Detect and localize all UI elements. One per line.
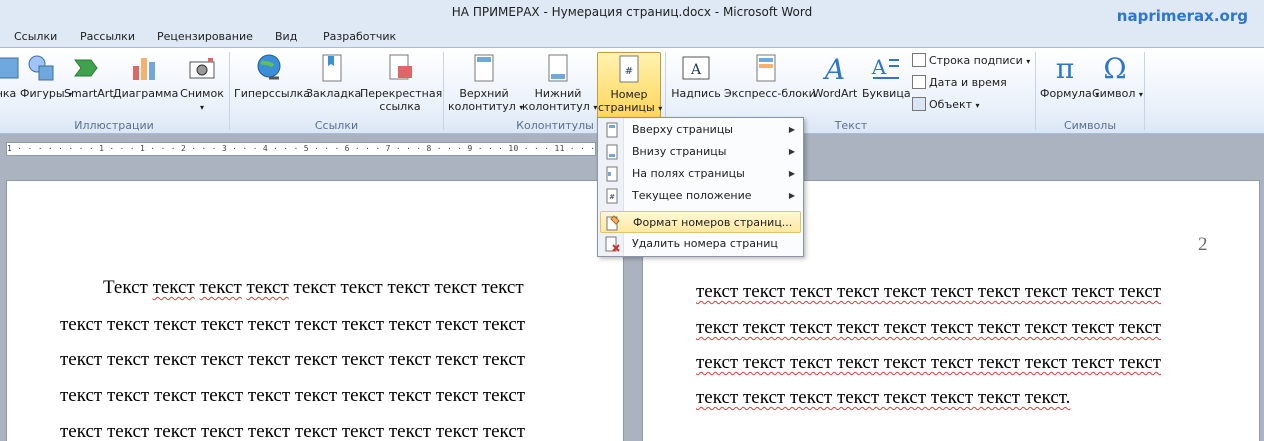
ruler-ticks: 1 · · · · · · · · 1 · · · 1 · · · 2 · · … — [7, 144, 596, 153]
object-button[interactable]: Объект ▾ — [912, 95, 980, 115]
calendar-icon — [912, 75, 926, 89]
menu-item-current-position[interactable]: # Текущее положение ▶ — [600, 185, 801, 207]
svg-text:A: A — [690, 62, 702, 78]
quick-parts-button[interactable]: Экспресс-блоки — [724, 52, 816, 118]
text-line: Текст текст текст текст текст текст текс… — [103, 277, 524, 298]
wordart-icon: A — [822, 53, 845, 84]
group-label-illustrations: Иллюстрации — [74, 119, 154, 132]
menu-item-bottom-of-page[interactable]: Внизу страницы ▶ — [600, 141, 801, 163]
page-number-button[interactable]: # Номер страницы ▾ — [597, 52, 662, 118]
date-time-button[interactable]: Дата и время — [912, 73, 1007, 93]
text-line: текст текст текст текст текст текст текс… — [696, 281, 1162, 302]
tab-view[interactable]: Вид — [275, 30, 297, 43]
horizontal-ruler[interactable]: 1 · · · · · · · · 1 · · · 1 · · · 2 · · … — [6, 142, 596, 156]
menu-item-top-of-page[interactable]: Вверху страницы ▶ — [600, 119, 801, 141]
page-number-icon: # — [619, 55, 639, 83]
screenshot-button[interactable]: Снимок ▾ — [180, 52, 224, 118]
group-label-links: Ссылки — [314, 119, 359, 132]
bookmark-icon — [322, 54, 342, 82]
text-line: текст текст текст текст текст текст текс… — [696, 352, 1162, 373]
header-icon — [474, 54, 494, 82]
svg-text:Ω: Ω — [1103, 52, 1126, 84]
svg-text:#: # — [609, 193, 615, 201]
text-line: текст текст текст текст текст текст текс… — [60, 314, 526, 335]
smartart-button[interactable]: SmartArt — [64, 52, 114, 118]
tab-review[interactable]: Рецензирование — [157, 30, 253, 43]
menu-item-format-page-numbers[interactable]: Формат номеров страниц... — [600, 211, 801, 233]
hyperlink-button[interactable]: Гиперссылка — [234, 52, 310, 118]
quick-parts-icon — [756, 54, 776, 82]
tab-mailings[interactable]: Рассылки — [80, 30, 135, 43]
footer-icon — [548, 54, 568, 82]
bookmark-button[interactable]: Закладка — [306, 52, 361, 118]
chart-icon — [133, 58, 155, 80]
pi-icon: π — [1056, 52, 1074, 84]
window-title: НА ПРИМЕРАХ - Нумерация страниц.docx - M… — [451, 5, 813, 19]
text-line: текст текст текст текст текст текст текс… — [60, 349, 526, 370]
svg-text:#: # — [625, 66, 633, 77]
page-margins-icon — [606, 166, 618, 182]
smartart-icon — [74, 59, 98, 77]
cross-reference-icon — [389, 54, 412, 80]
camera-icon — [189, 58, 215, 79]
drop-cap-icon: A — [871, 55, 899, 79]
text-line: текст текст текст текст текст текст текс… — [696, 317, 1162, 338]
svg-text:A: A — [822, 53, 845, 84]
text-line: текст текст текст текст текст текст текс… — [60, 385, 526, 406]
shapes-button[interactable]: Фигуры ▾ — [20, 52, 72, 118]
shapes-icon — [28, 55, 54, 81]
cross-reference-button[interactable]: Перекрестная ссылка — [360, 52, 442, 118]
signature-line-button[interactable]: Строка подписи ▾ — [912, 51, 1030, 71]
format-page-numbers-icon — [606, 215, 620, 231]
tab-developer[interactable]: Разработчик — [323, 30, 396, 43]
page-top-icon — [606, 122, 618, 138]
page-number-menu: Вверху страницы ▶ Внизу страницы ▶ На поля… — [597, 117, 804, 257]
ribbon-tabs: Ссылки Рассылки Рецензирование Вид Разра… — [0, 26, 1264, 48]
footer-button[interactable]: Нижний колонтитул ▾ — [522, 52, 597, 118]
page-bottom-icon — [606, 144, 618, 160]
group-divider — [1144, 52, 1145, 130]
menu-item-remove-page-numbers[interactable]: Удалить номера страниц — [600, 233, 801, 255]
tab-references[interactable]: Ссылки — [14, 30, 57, 43]
menu-item-page-margins[interactable]: На полях страницы ▶ — [600, 163, 801, 185]
signature-line-icon — [912, 53, 926, 67]
object-icon — [912, 97, 926, 111]
wordart-button[interactable]: A WordArt — [810, 52, 860, 118]
document-page-left[interactable]: Текст текст текст текст текст текст текс… — [6, 180, 624, 441]
page-number-field: 2 — [1198, 234, 1208, 255]
svg-text:A: A — [871, 55, 887, 79]
text-line: текст текст текст текст текст текст текс… — [60, 421, 526, 441]
omega-icon: Ω — [1103, 52, 1126, 84]
group-label-symbols: Символы — [1063, 119, 1117, 132]
chart-button[interactable]: Диаграмма — [113, 52, 178, 118]
symbol-button[interactable]: Ω Символ ▾ — [1092, 52, 1143, 118]
text-box-button[interactable]: A Надпись — [670, 52, 722, 118]
current-position-icon: # — [606, 188, 618, 204]
brand-watermark: naprimerax.org — [1116, 7, 1248, 25]
text-line: текст текст текст текст текст текст текс… — [696, 387, 1071, 408]
equation-button[interactable]: π Формула ▾ — [1040, 52, 1099, 118]
title-bar: НА ПРИМЕРАХ - Нумерация страниц.docx - M… — [0, 0, 1264, 26]
picture-button[interactable]: нка — [0, 52, 19, 118]
svg-text:π: π — [1056, 52, 1074, 84]
drop-cap-button[interactable]: A Буквица — [862, 52, 911, 118]
remove-page-numbers-icon — [605, 236, 620, 252]
globe-link-icon — [257, 54, 281, 80]
text-box-icon: A — [682, 56, 710, 80]
header-button[interactable]: Верхний колонтитул ▾ — [448, 52, 523, 118]
